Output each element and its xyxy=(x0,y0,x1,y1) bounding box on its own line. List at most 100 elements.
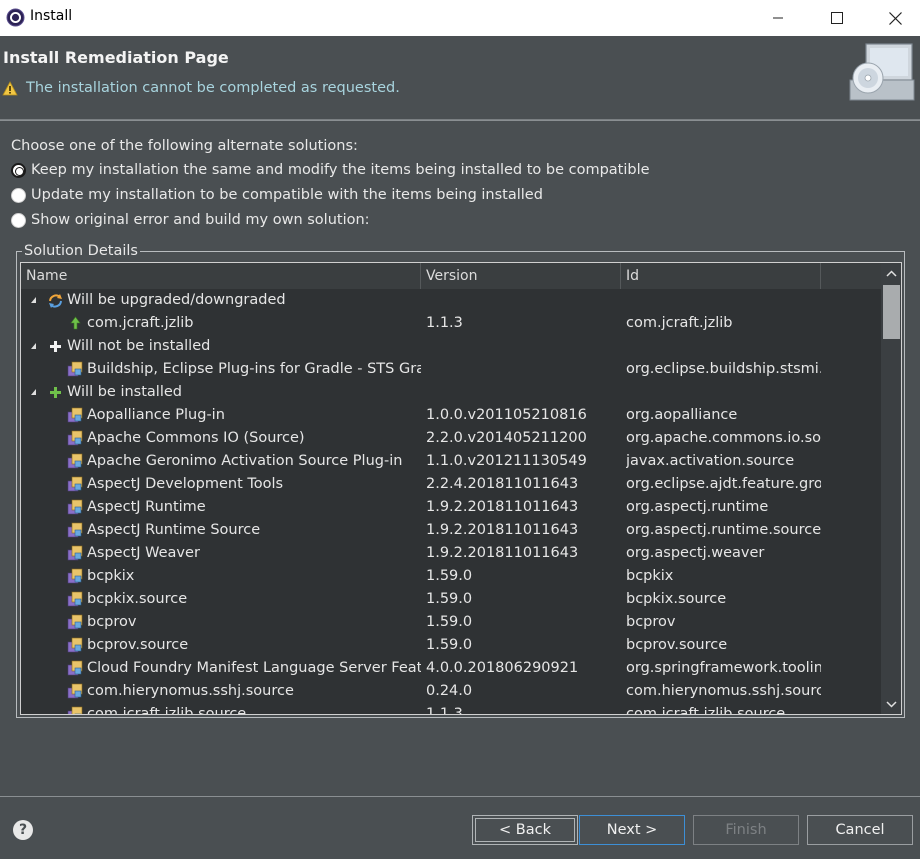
cell-name: bcpkix xyxy=(87,568,135,584)
cell-version: 1.1.3 xyxy=(426,706,463,715)
table-header: Name Version Id xyxy=(21,263,881,289)
radio-button[interactable] xyxy=(11,187,26,203)
computer-cd-install-icon xyxy=(849,43,915,101)
option-keep-installation[interactable]: Keep my installation the same and modify… xyxy=(11,162,650,178)
radio-button[interactable] xyxy=(11,212,26,228)
cell-id: org.eclipse.ajdt.feature.gro... xyxy=(626,476,821,492)
feature-plugin-icon xyxy=(67,683,84,700)
option-label: Keep my installation the same and modify… xyxy=(31,162,650,178)
close-button[interactable] xyxy=(866,0,920,36)
eclipse-app-icon xyxy=(6,8,25,27)
page-title: Install Remediation Page xyxy=(3,48,229,67)
maximize-icon xyxy=(831,12,843,24)
cell-id xyxy=(626,289,821,312)
feature-plugin-icon xyxy=(67,660,84,677)
table-row[interactable]: AspectJ Runtime 1.9.2.201811011643 org.asp… xyxy=(21,496,881,519)
maximize-button[interactable] xyxy=(808,0,866,36)
vertical-scrollbar[interactable] xyxy=(881,263,901,714)
table-row[interactable]: Buildship, Eclipse Plug-ins for Gradle -… xyxy=(21,358,881,381)
solutions-prompt: Choose one of the following alternate so… xyxy=(11,138,358,154)
cell-name: AspectJ Development Tools xyxy=(87,476,284,492)
feature-plugin-icon xyxy=(67,407,84,424)
table-row[interactable]: AspectJ Development Tools 2.2.4.201811011… xyxy=(21,473,881,496)
table-row[interactable]: bcpkix 1.59.0 bcpkix xyxy=(21,565,881,588)
next-button[interactable]: Next > xyxy=(579,815,685,845)
help-icon: ? xyxy=(18,822,28,838)
warning-message: The installation cannot be completed as … xyxy=(26,80,400,96)
cell-id: org.springframework.toolin... xyxy=(626,660,821,676)
table-row[interactable]: com.jcraft.jzlib.source 1.1.3 com.jcraft.j… xyxy=(21,703,881,715)
cell-id: org.apache.commons.io.so... xyxy=(626,430,821,446)
close-icon xyxy=(888,11,902,25)
feature-plugin-icon xyxy=(67,430,84,447)
table-row[interactable]: bcprov 1.59.0 bcprov xyxy=(21,611,881,634)
table-row[interactable]: Apache Commons IO (Source) 2.2.0.v2014052… xyxy=(21,427,881,450)
table-row[interactable]: AspectJ Weaver 1.9.2.201811011643 org.aspe… xyxy=(21,542,881,565)
tree-expand-toggle[interactable] xyxy=(31,297,36,303)
tree-group-row[interactable]: Will be installed xyxy=(21,381,881,404)
cell-name: com.jcraft.jzlib xyxy=(87,315,194,331)
option-update-installation[interactable]: Update my installation to be compatible … xyxy=(11,187,543,203)
table-row[interactable]: bcprov.source 1.59.0 bcprov.source xyxy=(21,634,881,657)
cell-name: bcprov.source xyxy=(87,637,189,653)
table-row[interactable]: AspectJ Runtime Source 1.9.2.201811011643… xyxy=(21,519,881,542)
cell-version: 1.9.2.201811011643 xyxy=(426,545,579,561)
cell-id: com.hierynomus.sshj.source xyxy=(626,683,821,699)
table-row[interactable]: com.jcraft.jzlib 1.1.3 com.jcraft.jzlib xyxy=(21,312,881,335)
table-row[interactable]: bcpkix.source 1.59.0 bcpkix.source xyxy=(21,588,881,611)
cell-id: org.aspectj.runtime xyxy=(626,499,769,515)
tree-group-row[interactable]: Will be upgraded/downgraded xyxy=(21,289,881,312)
cell-name: AspectJ Runtime xyxy=(87,499,206,515)
feature-plugin-icon xyxy=(67,476,84,493)
solution-details-tree-table[interactable]: Name Version Id Will be upgraded/downgra… xyxy=(20,262,902,715)
cell-id xyxy=(626,335,821,358)
column-header-id[interactable]: Id xyxy=(621,263,821,289)
feature-plugin-icon xyxy=(67,361,84,378)
table-row[interactable]: Cloud Foundry Manifest Language Server F… xyxy=(21,657,881,680)
header-separator xyxy=(0,120,920,121)
cell-id: javax.activation.source xyxy=(626,453,795,469)
cell-id: bcprov.source xyxy=(626,637,728,653)
tree-group-row[interactable]: Will not be installed xyxy=(21,335,881,358)
cell-id: com.jcraft.jzlib xyxy=(626,315,733,331)
cell-name: com.jcraft.jzlib.source xyxy=(87,706,247,715)
column-header-name[interactable]: Name xyxy=(21,263,421,289)
wizard-header: Install Remediation Page The installatio… xyxy=(0,36,920,120)
scroll-up-button[interactable] xyxy=(881,263,901,283)
minimize-button[interactable] xyxy=(749,0,807,36)
table-row[interactable]: com.hierynomus.sshj.source 0.24.0 com.hier… xyxy=(21,680,881,703)
help-button[interactable]: ? xyxy=(13,820,33,840)
scroll-thumb[interactable] xyxy=(883,285,900,339)
upgrade-downgrade-icon xyxy=(47,292,64,309)
chevron-up-icon xyxy=(886,269,897,277)
footer-separator xyxy=(0,796,920,797)
scroll-down-button[interactable] xyxy=(881,694,901,714)
cell-name: Will not be installed xyxy=(67,338,211,354)
cell-name: Apache Geronimo Activation Source Plug-i… xyxy=(87,453,403,469)
cell-version: 2.2.4.201811011643 xyxy=(426,476,579,492)
option-show-original-error[interactable]: Show original error and build my own sol… xyxy=(11,212,370,228)
chevron-down-icon xyxy=(886,700,897,708)
cell-name: bcprov xyxy=(87,614,137,630)
cell-version: 1.59.0 xyxy=(426,568,473,584)
cell-name: Cloud Foundry Manifest Language Server F… xyxy=(87,660,421,676)
cell-version xyxy=(426,289,621,312)
window-title-bar: Install xyxy=(0,0,920,36)
table-row[interactable]: Aopalliance Plug-in 1.0.0.v201105210816 or… xyxy=(21,404,881,427)
cell-name: Aopalliance Plug-in xyxy=(87,407,225,423)
cell-name: AspectJ Runtime Source xyxy=(87,522,261,538)
cell-version: 2.2.0.v201405211200 xyxy=(426,430,587,446)
column-header-version[interactable]: Version xyxy=(421,263,621,289)
cell-version: 1.9.2.201811011643 xyxy=(426,499,579,515)
back-button[interactable]: < Back xyxy=(472,815,578,845)
radio-button-selected[interactable] xyxy=(11,162,26,178)
feature-plugin-icon xyxy=(67,706,84,714)
tree-expand-toggle[interactable] xyxy=(31,343,36,349)
tree-expand-toggle[interactable] xyxy=(31,389,36,395)
cell-id: org.aspectj.runtime.source xyxy=(626,522,821,538)
table-row[interactable]: Apache Geronimo Activation Source Plug-i… xyxy=(21,450,881,473)
option-label: Show original error and build my own sol… xyxy=(31,212,370,228)
finish-button[interactable]: Finish xyxy=(693,815,799,845)
cancel-button[interactable]: Cancel xyxy=(807,815,913,845)
cell-version: 1.59.0 xyxy=(426,591,473,607)
